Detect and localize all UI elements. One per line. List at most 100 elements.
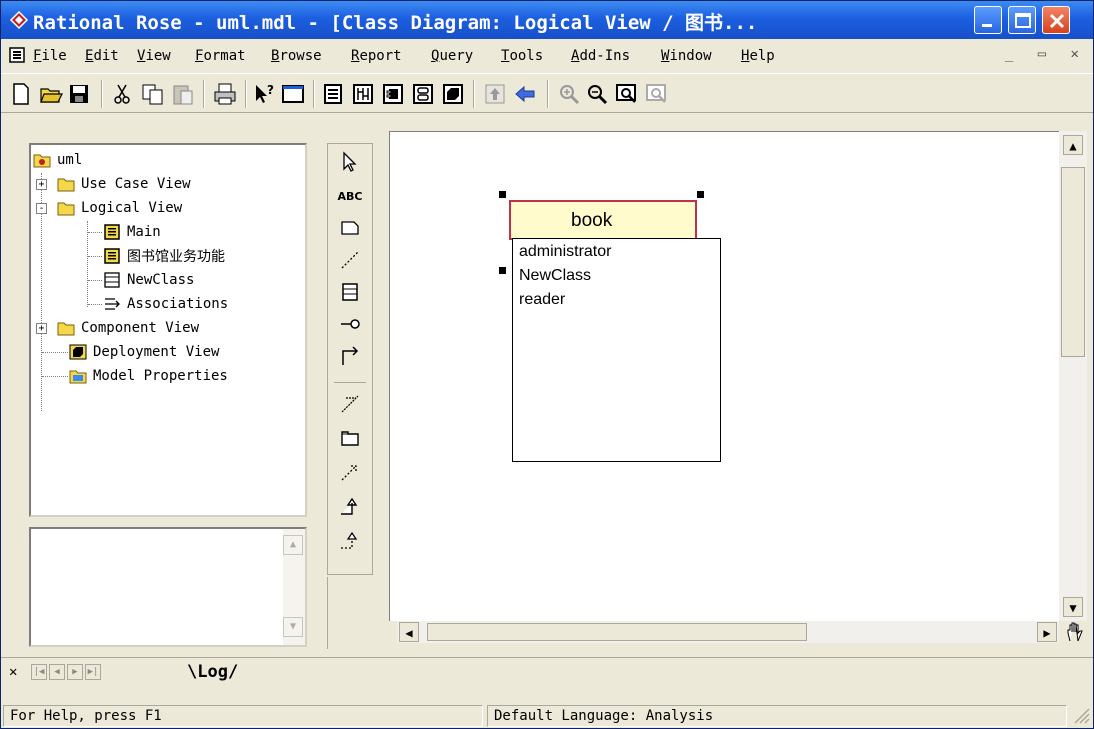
undo-fit-icon[interactable] xyxy=(645,82,669,106)
realization-tool-icon[interactable] xyxy=(338,528,362,552)
package-tool-icon[interactable] xyxy=(338,426,362,450)
title-bar[interactable]: Rational Rose - uml.mdl - [Class Diagram… xyxy=(1,1,1093,39)
selection-handle[interactable] xyxy=(499,267,506,274)
browse-class-diagram-icon[interactable] xyxy=(321,82,345,106)
last-tab-icon[interactable]: ▶| xyxy=(85,664,101,680)
tree-line xyxy=(42,352,68,353)
browse-interaction-diagram-icon[interactable] xyxy=(351,82,375,106)
menu-tools[interactable]: Tools xyxy=(501,48,543,64)
autocomplete-option-newclass[interactable]: NewClass xyxy=(519,267,591,285)
documentation-pane[interactable]: ▲ ▼ xyxy=(29,527,307,647)
association-class-tool-icon[interactable] xyxy=(338,392,362,416)
menu-edit[interactable]: Edit xyxy=(85,48,119,64)
status-default-language: Default Language: Analysis xyxy=(487,705,1067,727)
scroll-left-arrow-icon[interactable]: ◀ xyxy=(399,622,419,642)
collapse-toggle[interactable]: - xyxy=(36,203,47,214)
tree-item-newclass[interactable]: NewClass xyxy=(103,269,194,291)
view-doc-icon[interactable] xyxy=(281,82,305,106)
zoom-out-icon[interactable] xyxy=(585,82,609,106)
tab-log[interactable]: \Log/ xyxy=(187,662,238,682)
vertical-scroll-thumb[interactable] xyxy=(1061,167,1085,357)
open-icon[interactable] xyxy=(39,82,63,106)
toolbar-separator xyxy=(245,80,247,108)
close-log-icon[interactable]: ✕ xyxy=(9,664,17,680)
class-tool-icon[interactable] xyxy=(338,280,362,304)
document-icon[interactable] xyxy=(9,47,25,63)
class-element-book[interactable] xyxy=(509,200,697,240)
scroll-up-arrow-icon[interactable]: ▲ xyxy=(283,535,303,555)
autocomplete-option-administrator[interactable]: administrator xyxy=(519,243,611,261)
zoom-in-icon[interactable] xyxy=(557,82,581,106)
model-browser[interactable]: uml + Use Case View - Logical View Main … xyxy=(29,143,307,517)
tree-item-use-case-view[interactable]: Use Case View xyxy=(57,173,191,195)
menu-add-ins[interactable]: Add-Ins xyxy=(571,48,630,64)
next-tab-icon[interactable]: ▶ xyxy=(67,664,83,680)
tree-item-associations[interactable]: Associations xyxy=(103,293,228,315)
mdi-window-controls[interactable]: _ ▭ ✕ xyxy=(1005,46,1087,62)
tree-item-main[interactable]: Main xyxy=(103,221,161,243)
horizontal-scrollbar[interactable]: ◀ ▶ xyxy=(397,621,1059,643)
cut-icon[interactable] xyxy=(111,82,135,106)
vertical-scrollbar[interactable]: ▲ ▼ xyxy=(1059,131,1087,621)
selection-handle[interactable] xyxy=(499,191,506,198)
browse-parent-icon[interactable] xyxy=(483,82,507,106)
copy-icon[interactable] xyxy=(141,82,165,106)
minimize-button[interactable] xyxy=(974,6,1002,34)
menu-window[interactable]: Window xyxy=(661,48,712,64)
text-box-tool[interactable]: ABC xyxy=(338,184,363,208)
tree-label: Component View xyxy=(81,320,200,336)
prev-tab-icon[interactable]: ◀ xyxy=(49,664,65,680)
browse-previous-icon[interactable] xyxy=(513,82,537,106)
documentation-scrollbar[interactable]: ▲ ▼ xyxy=(283,529,305,645)
anchor-note-tool-icon[interactable] xyxy=(338,248,362,272)
expand-toggle[interactable]: + xyxy=(36,323,47,334)
close-button[interactable] xyxy=(1042,6,1070,34)
class-name-autocomplete-list[interactable]: administrator NewClass reader xyxy=(512,238,721,462)
class-diagram-canvas[interactable] xyxy=(389,131,1059,621)
tree-item-deployment-view[interactable]: Deployment View xyxy=(69,341,219,363)
tree-line xyxy=(88,232,102,233)
scroll-down-arrow-icon[interactable]: ▼ xyxy=(283,617,303,637)
dependency-tool-icon[interactable] xyxy=(338,460,362,484)
scroll-right-arrow-icon[interactable]: ▶ xyxy=(1037,622,1057,642)
menu-view[interactable]: View xyxy=(137,48,171,64)
generalization-tool-icon[interactable] xyxy=(338,494,362,518)
paste-icon[interactable] xyxy=(171,82,195,106)
first-tab-icon[interactable]: |◀ xyxy=(31,664,47,680)
autocomplete-option-reader[interactable]: reader xyxy=(519,291,565,309)
selection-handle[interactable] xyxy=(697,191,704,198)
selection-tool-icon[interactable] xyxy=(338,150,362,174)
resize-grip-icon[interactable] xyxy=(1071,705,1091,725)
expand-toggle[interactable]: + xyxy=(36,179,47,190)
tree-item-model-properties[interactable]: Model Properties xyxy=(69,365,228,387)
tree-item-logical-view[interactable]: Logical View xyxy=(57,197,182,219)
class-name-input[interactable] xyxy=(571,210,681,232)
tree-root-uml[interactable]: uml xyxy=(33,149,82,171)
menu-help[interactable]: Help xyxy=(741,48,775,64)
scroll-up-arrow-icon[interactable]: ▲ xyxy=(1063,135,1083,155)
browse-deployment-diagram-icon[interactable] xyxy=(441,82,465,106)
scroll-down-arrow-icon[interactable]: ▼ xyxy=(1063,597,1083,617)
fit-in-window-icon[interactable] xyxy=(615,82,639,106)
menu-report[interactable]: Report xyxy=(351,48,402,64)
tree-label: 图书馆业务功能 xyxy=(127,249,225,265)
note-tool-icon[interactable] xyxy=(338,216,362,240)
unidirectional-association-tool-icon[interactable] xyxy=(338,344,362,368)
new-icon[interactable] xyxy=(9,82,33,106)
browse-statechart-diagram-icon[interactable] xyxy=(411,82,435,106)
interface-tool-icon[interactable] xyxy=(338,312,362,336)
tree-item-library-business-functions[interactable]: 图书馆业务功能 xyxy=(103,245,225,267)
context-help-icon[interactable]: ? xyxy=(253,82,277,106)
horizontal-scroll-thumb[interactable] xyxy=(427,623,807,641)
maximize-button[interactable] xyxy=(1008,6,1036,34)
print-icon[interactable] xyxy=(213,82,237,106)
pan-hand-icon[interactable] xyxy=(1063,621,1087,643)
log-tab-bar: ✕ |◀ ◀ ▶ ▶| \Log/ xyxy=(1,657,1093,687)
save-icon[interactable] xyxy=(67,82,91,106)
tree-item-component-view[interactable]: Component View xyxy=(57,317,199,339)
menu-query[interactable]: Query xyxy=(431,48,473,64)
menu-format[interactable]: Format xyxy=(195,48,246,64)
browse-component-diagram-icon[interactable] xyxy=(381,82,405,106)
menu-browse[interactable]: Browse xyxy=(271,48,322,64)
menu-file[interactable]: File xyxy=(33,48,67,64)
